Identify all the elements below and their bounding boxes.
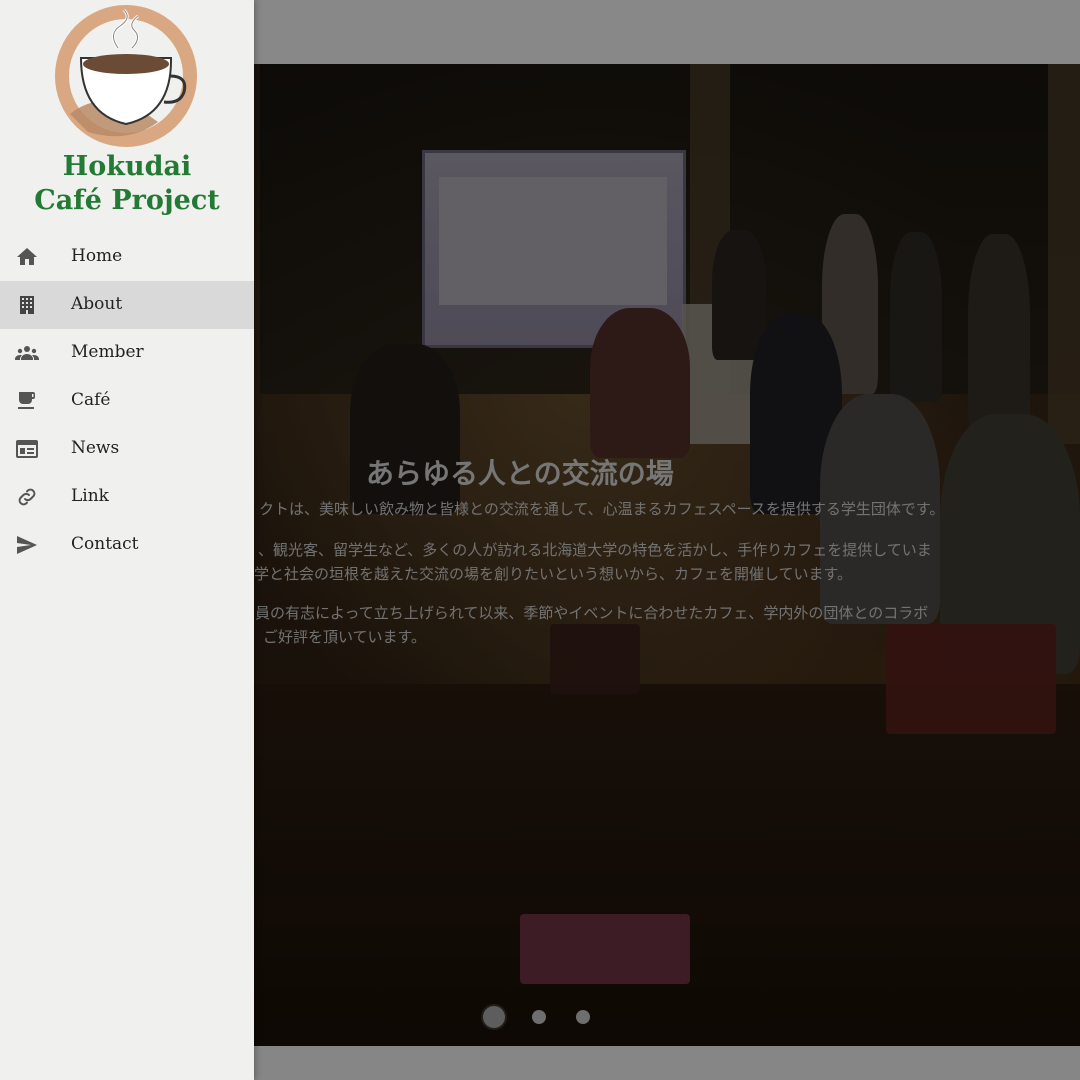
nav-item-home[interactable]: Home [0, 233, 254, 281]
send-icon [15, 533, 39, 557]
nav-item-label: Contact [71, 534, 139, 554]
link-icon [15, 485, 39, 509]
building-icon [15, 293, 39, 317]
nav-item-news[interactable]: News [0, 425, 254, 473]
nav-item-label: Member [71, 342, 144, 362]
nav-item-cafe[interactable]: Café [0, 377, 254, 425]
brand-line-2: Café Project [34, 185, 220, 216]
nav-item-member[interactable]: Member [0, 329, 254, 377]
nav-item-label: Home [71, 246, 123, 266]
home-icon [15, 245, 39, 269]
coffee-logo-icon [55, 5, 197, 147]
drawer-nav-list: Home About Member Café News Link Contact [0, 233, 254, 569]
nav-item-contact[interactable]: Contact [0, 521, 254, 569]
group-icon [15, 341, 39, 365]
nav-item-label: Link [71, 486, 109, 506]
navigation-drawer: Hokudai Café Project Home About Member C… [0, 0, 254, 1080]
newspaper-icon [15, 437, 39, 461]
nav-item-link[interactable]: Link [0, 473, 254, 521]
nav-item-label: Café [71, 390, 111, 410]
nav-item-label: News [71, 438, 120, 458]
brand-line-1: Hokudai [62, 151, 192, 182]
nav-item-about[interactable]: About [0, 281, 254, 329]
nav-item-label: About [71, 294, 123, 314]
brand-name: Hokudai Café Project [0, 150, 254, 218]
coffee-cup-icon [15, 389, 39, 413]
